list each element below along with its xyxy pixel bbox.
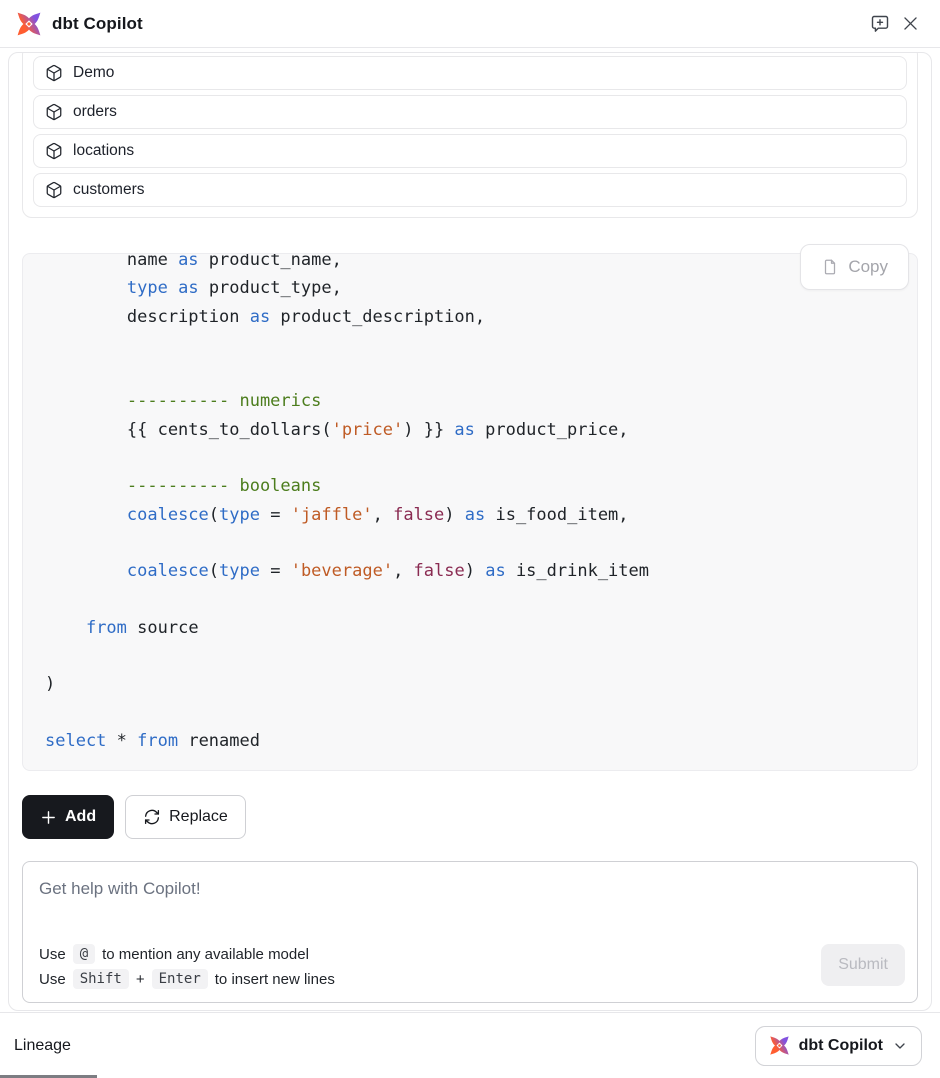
add-button-label: Add: [65, 808, 96, 826]
code-scroll-area[interactable]: name as product_name, type as product_ty…: [22, 253, 918, 771]
copy-button-label: Copy: [848, 257, 888, 277]
action-buttons: Add Replace: [22, 795, 918, 839]
at-key-chip: @: [73, 944, 95, 964]
dbt-copilot-logo-icon: [16, 11, 42, 37]
model-item-demo[interactable]: Demo: [33, 56, 907, 90]
hint-text: +: [136, 971, 145, 988]
model-item-label: locations: [73, 142, 134, 160]
enter-key-chip: Enter: [152, 969, 208, 989]
dbt-copilot-logo-icon: [769, 1035, 790, 1056]
copy-icon: [821, 258, 839, 276]
model-item-label: customers: [73, 181, 145, 199]
code-content: name as product_name, type as product_ty…: [45, 253, 895, 755]
chevron-down-icon: [892, 1038, 908, 1054]
model-item-customers[interactable]: customers: [33, 173, 907, 207]
copy-button[interactable]: Copy: [800, 244, 909, 290]
tab-lineage[interactable]: Lineage: [14, 1037, 71, 1055]
plus-icon: [40, 809, 57, 826]
submit-button[interactable]: Submit: [821, 944, 905, 986]
prompt-placeholder: Get help with Copilot!: [39, 879, 901, 899]
model-item-orders[interactable]: orders: [33, 95, 907, 129]
model-item-label: orders: [73, 103, 117, 121]
new-chat-icon[interactable]: [866, 10, 894, 38]
cube-icon: [45, 103, 63, 121]
add-button[interactable]: Add: [22, 795, 114, 839]
prompt-input[interactable]: Get help with Copilot! Use @ to mention …: [22, 861, 918, 1003]
cube-icon: [45, 181, 63, 199]
shift-key-chip: Shift: [73, 969, 129, 989]
panel-header: dbt Copilot: [0, 0, 940, 48]
hint-text: to insert new lines: [215, 971, 335, 988]
hint-text: to mention any available model: [102, 946, 309, 963]
panel-title: dbt Copilot: [52, 14, 143, 34]
replace-button[interactable]: Replace: [125, 795, 246, 839]
hint-newline: Use Shift + Enter to insert new lines: [39, 969, 335, 989]
cube-icon: [45, 64, 63, 82]
replace-button-label: Replace: [169, 808, 228, 826]
close-icon[interactable]: [896, 10, 924, 38]
copilot-panel: Demo orders locations customers name as …: [8, 52, 932, 1011]
copilot-selector-label: dbt Copilot: [799, 1037, 883, 1055]
hint-text: Use: [39, 971, 66, 988]
bottom-bar: Lineage dbt Copilot: [0, 1012, 940, 1078]
cube-icon: [45, 142, 63, 160]
copilot-selector-dropdown[interactable]: dbt Copilot: [755, 1026, 922, 1066]
prompt-hints: Use @ to mention any available model Use…: [39, 944, 335, 989]
model-list: Demo orders locations customers: [22, 52, 918, 218]
hint-mention: Use @ to mention any available model: [39, 944, 335, 964]
model-item-label: Demo: [73, 64, 114, 82]
code-block: name as product_name, type as product_ty…: [22, 253, 918, 771]
refresh-icon: [143, 808, 161, 826]
model-item-locations[interactable]: locations: [33, 134, 907, 168]
hint-text: Use: [39, 946, 66, 963]
